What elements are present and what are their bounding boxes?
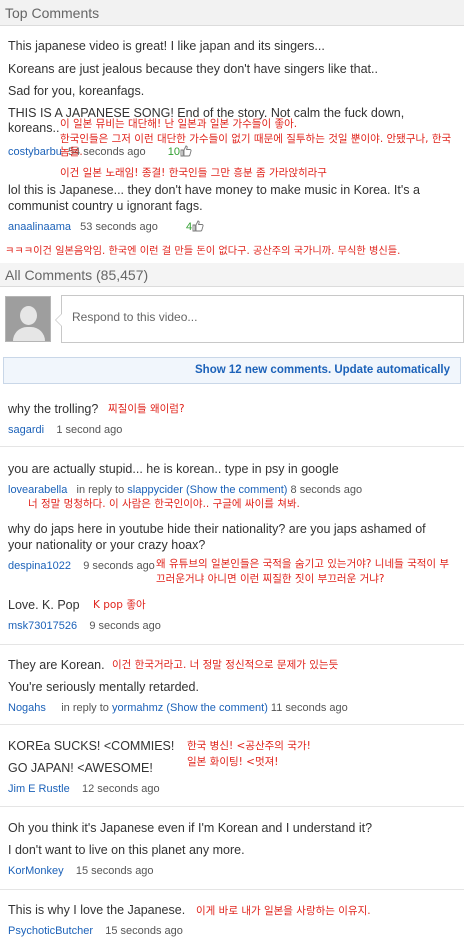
comment-text: You're seriously mentally retarded. [8,680,199,694]
reply-to-link[interactable]: slappycider [127,484,183,496]
default-avatar-icon [5,296,51,342]
korean-translation: 한국인들은 그저 이런 대단한 가수들이 없기 때문에 질투하는 것일 뿐이야.… [60,133,452,158]
comment-meta: msk73017526 9 seconds ago [8,619,161,633]
comment-meta: Jim E Rustle 12 seconds ago [8,782,160,796]
all-comments-header: All Comments (85,457) [0,263,464,287]
top-comments-header: Top Comments [0,0,464,26]
divider [0,806,464,807]
username-link[interactable]: KorMonkey [8,865,64,877]
divider [0,724,464,725]
comment-text: I don't want to live on this planet any … [8,843,245,857]
thumbs-up-icon[interactable] [192,220,204,232]
divider [0,889,464,890]
comment-text: Koreans are just jealous because they do… [8,62,378,76]
show-comment-link[interactable]: (Show the comment) [186,484,287,496]
comment-text: This is why I love the Japanese. [8,903,186,917]
korean-translation: 이 일본 뮤비는 대단해! 난 일본과 일본 가수들이 좋아. [60,118,298,130]
comment-text: why do japs here in youtube hide their n… [8,522,426,552]
comment-text: you are actually stupid... he is korean.… [8,462,339,476]
username-link[interactable]: sagardi [8,424,44,436]
comment-meta: lovearabella in reply to slappycider (Sh… [8,483,362,497]
korean-translation: ㅋㅋㅋ이건 일본음악임. 한국엔 이런 걸 만들 돈이 없다구. 공산주의 국가… [5,246,401,257]
comment-text: why the trolling? [8,402,99,416]
korean-translation: 이게 바로 내가 일본을 사랑하는 이유지. [196,905,371,917]
comment-text: They are Korean. [8,658,105,672]
show-new-comments-button[interactable]: Show 12 new comments. Update automatical… [3,357,461,384]
comment-meta: despina1022 9 seconds ago [8,559,155,573]
comment-text: This japanese video is great! I like jap… [8,39,325,53]
korean-translation: 너 정말 멍청하다. 이 사람은 한국인이야.. 구글에 싸이를 쳐봐. [28,498,300,510]
username-link[interactable]: despina1022 [8,560,71,572]
reply-prefix: in reply to [61,702,109,714]
timestamp: 1 second ago [56,424,123,436]
timestamp: 15 seconds ago [75,865,154,877]
username-link[interactable]: Jim E Rustle [8,783,70,795]
reply-prefix: in reply to [76,484,125,496]
korean-translation: 이건 일본 노래임! 종결! 한국인들 그만 흥분 좀 가라앉히라구 [60,167,327,179]
comment-meta: KorMonkey 15 seconds ago [8,864,154,878]
timestamp: 9 seconds ago [83,560,155,572]
comment-meta: sagardi 1 second ago [8,423,122,437]
korean-translation: 한국 병신! <공산주의 국가! [187,740,311,752]
respond-input[interactable]: Respond to this video... [55,295,464,343]
timestamp: 12 seconds ago [81,783,160,795]
timestamp: 9 seconds ago [89,620,161,632]
timestamp: 15 seconds ago [105,925,183,937]
reply-to-link[interactable]: yormahmz [112,702,163,714]
timestamp: 11 seconds ago [270,702,348,714]
korean-translation: 왜 유튜브의 일본인들은 국적을 숨기고 있는거야? 니네들 국적이 부끄러운거… [156,558,450,585]
comment-text: Oh you think it's Japanese even if I'm K… [8,821,373,835]
comment-meta: anaalinaama 53 seconds ago 4 [8,220,204,234]
comment-text: Love. K. Pop [8,598,80,612]
username-link[interactable]: msk73017526 [8,620,77,632]
divider [0,644,464,645]
username-link[interactable]: lovearabella [8,484,67,496]
comment-text: Sad for you, koreanfags. [8,84,145,98]
comment-text: KOREa SUCKS! <COMMIES! [8,739,175,753]
korean-translation: 이건 한국거라고. 너 정말 정신적으로 문제가 있는듯 [112,659,339,671]
korean-translation: K pop 좋아 [93,599,146,611]
username-link[interactable]: Nogahs [8,702,46,714]
timestamp: 8 seconds ago [290,484,363,496]
comment-text: lol this is Japanese... they don't have … [8,183,420,213]
username-link[interactable]: PsychoticButcher [8,925,93,937]
comment-meta: PsychoticButcher 15 seconds ago [8,924,183,938]
timestamp: 53 seconds ago [80,221,158,233]
comment-meta: Nogahs in reply to yormahmz (Show the co… [8,701,348,715]
comment-text: GO JAPAN! <AWESOME! [8,761,153,775]
divider [0,446,464,447]
korean-translation: 일본 화이팅! <멋져! [187,756,279,768]
korean-translation: 찌질이들 왜이럼? [108,403,185,415]
username-link[interactable]: anaalinaama [8,221,71,233]
show-comment-link[interactable]: (Show the comment) [166,702,267,714]
respond-placeholder: Respond to this video... [72,310,198,324]
username-link[interactable]: costybarbu [8,146,62,158]
